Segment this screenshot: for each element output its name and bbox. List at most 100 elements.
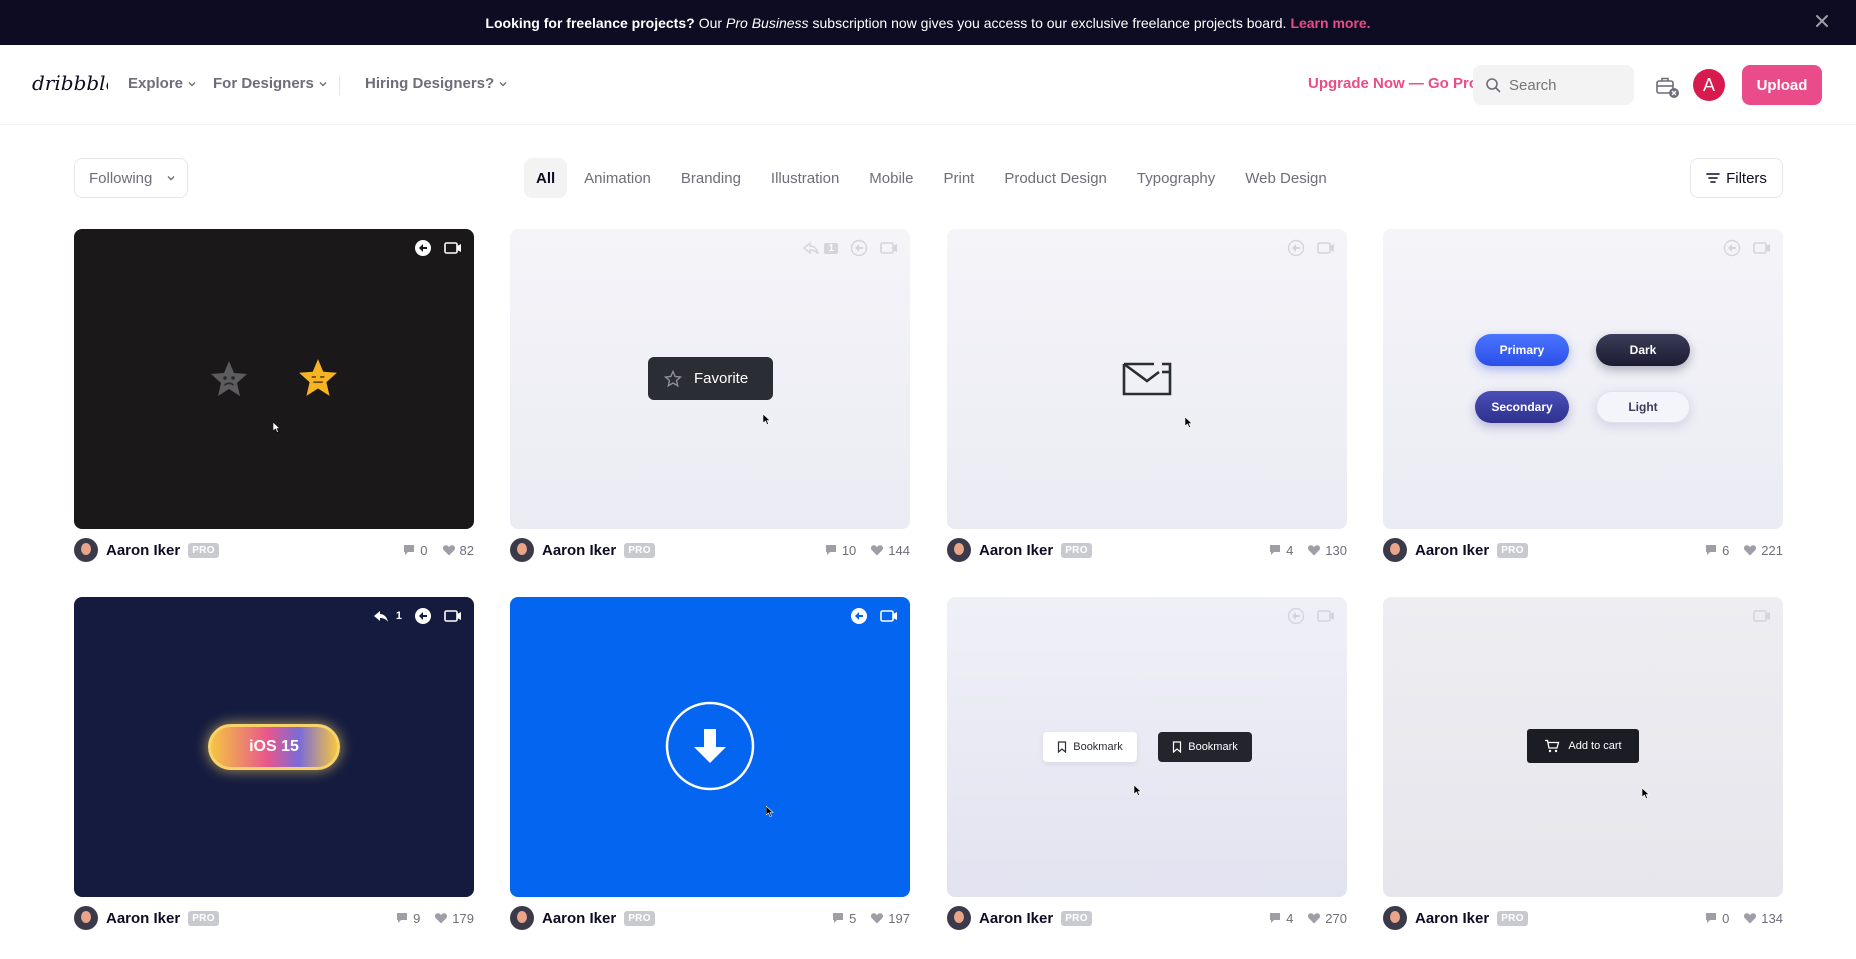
- shot-stats: 0 134: [1704, 911, 1783, 926]
- heart-icon[interactable]: [434, 911, 448, 925]
- heart-icon[interactable]: [870, 911, 884, 925]
- shot-card[interactable]: Aaron Iker PRO 0 82: [74, 229, 474, 570]
- like-count: 197: [888, 910, 910, 926]
- shot-overlay-icons: [850, 607, 898, 625]
- author-name[interactable]: Aaron Iker: [1415, 910, 1489, 927]
- rebound-icon: [373, 611, 388, 622]
- search-icon: [1486, 78, 1501, 93]
- search-box[interactable]: [1473, 65, 1634, 105]
- comment-icon: [1270, 545, 1281, 555]
- heart-icon[interactable]: [1743, 543, 1757, 557]
- tab-branding[interactable]: Branding: [666, 158, 756, 198]
- tab-mobile[interactable]: Mobile: [854, 158, 928, 198]
- shot-card[interactable]: 1 Favorite Aaron Iker PRO 10 144: [510, 229, 910, 570]
- tab-animation[interactable]: Animation: [569, 158, 666, 198]
- tab-product-design[interactable]: Product Design: [989, 158, 1122, 198]
- author-avatar[interactable]: [74, 906, 98, 930]
- search-input[interactable]: [1509, 76, 1619, 94]
- shot-card[interactable]: Aaron Iker PRO 5 197: [510, 597, 910, 938]
- author-name[interactable]: Aaron Iker: [106, 542, 180, 559]
- heart-icon[interactable]: [442, 543, 456, 557]
- banner-learn-more-link[interactable]: Learn more.: [1290, 15, 1370, 31]
- tab-all[interactable]: All: [524, 158, 568, 198]
- shot-meta: Aaron Iker PRO 10 144: [510, 530, 910, 570]
- bookmark-light-preview: Bookmark: [1043, 732, 1137, 762]
- pro-badge: PRO: [1061, 542, 1092, 558]
- shot-thumbnail[interactable]: [74, 229, 474, 529]
- upgrade-pro-link[interactable]: Upgrade Now — Go Pro: [1308, 75, 1478, 92]
- shot-card[interactable]: Aaron Iker PRO 4 130: [947, 229, 1347, 570]
- following-dropdown[interactable]: Following: [74, 158, 188, 198]
- shot-card[interactable]: 1 iOS 15 Aaron Iker PRO 9 179: [74, 597, 474, 938]
- author-avatar[interactable]: [1383, 906, 1407, 930]
- tab-web-design[interactable]: Web Design: [1230, 158, 1341, 198]
- like-count: 221: [1761, 542, 1783, 558]
- shot-stats: 9 179: [395, 911, 474, 926]
- video-icon: [880, 610, 897, 622]
- heart-icon[interactable]: [1307, 911, 1321, 925]
- nav-for-designers[interactable]: For Designers: [213, 75, 328, 92]
- shot-card[interactable]: Bookmark Bookmark Aaron Iker PRO 4 270: [947, 597, 1347, 938]
- shot-thumbnail[interactable]: [947, 229, 1347, 529]
- like-count: 179: [452, 910, 474, 926]
- shot-overlay-icons: [1287, 239, 1335, 257]
- pro-badge: PRO: [624, 910, 655, 926]
- shot-card[interactable]: Add to cart Aaron Iker PRO 0 134: [1383, 597, 1783, 938]
- add-to-cart-label: Add to cart: [1568, 740, 1622, 752]
- heart-icon[interactable]: [1743, 911, 1757, 925]
- bookmark-icon: [1058, 741, 1067, 753]
- nav-hiring-designers[interactable]: Hiring Designers?: [365, 75, 508, 92]
- video-icon: [444, 610, 461, 622]
- shot-thumbnail[interactable]: Add to cart: [1383, 597, 1783, 897]
- shot-meta: Aaron Iker PRO 6 221: [1383, 530, 1783, 570]
- close-icon[interactable]: [1812, 11, 1832, 31]
- animated-icon: [1287, 239, 1305, 257]
- nav-explore-label: Explore: [128, 75, 184, 92]
- dribbble-logo[interactable]: dribbble: [32, 69, 108, 97]
- upload-button[interactable]: Upload: [1742, 65, 1822, 105]
- author-avatar[interactable]: [1383, 538, 1407, 562]
- author-avatar[interactable]: [947, 906, 971, 930]
- filter-icon: [1706, 173, 1720, 183]
- bookmark-label: Bookmark: [1188, 741, 1238, 753]
- shot-thumbnail[interactable]: Bookmark Bookmark: [947, 597, 1347, 897]
- author-name[interactable]: Aaron Iker: [106, 910, 180, 927]
- nav-explore[interactable]: Explore: [128, 75, 197, 92]
- tab-print[interactable]: Print: [928, 158, 989, 198]
- author-avatar[interactable]: [510, 906, 534, 930]
- author-name[interactable]: Aaron Iker: [542, 542, 616, 559]
- author-avatar[interactable]: [947, 538, 971, 562]
- heart-icon[interactable]: [1307, 543, 1321, 557]
- favorite-button-preview: Favorite: [648, 357, 773, 400]
- shot-meta: Aaron Iker PRO 4 130: [947, 530, 1347, 570]
- user-avatar[interactable]: A: [1693, 69, 1725, 101]
- heart-icon[interactable]: [870, 543, 884, 557]
- author-name[interactable]: Aaron Iker: [979, 910, 1053, 927]
- rebound-count: 1: [395, 610, 402, 622]
- shot-thumbnail[interactable]: Primary Dark Secondary Light: [1383, 229, 1783, 529]
- filters-button[interactable]: Filters: [1690, 158, 1783, 198]
- shot-thumbnail[interactable]: [510, 597, 910, 897]
- author-avatar[interactable]: [74, 538, 98, 562]
- primary-button-preview: Primary: [1475, 334, 1569, 366]
- shot-meta: Aaron Iker PRO 0 82: [74, 530, 474, 570]
- author-name[interactable]: Aaron Iker: [542, 910, 616, 927]
- shot-thumbnail[interactable]: 1 iOS 15: [74, 597, 474, 897]
- dark-button-preview: Dark: [1596, 334, 1690, 366]
- shot-card[interactable]: Primary Dark Secondary Light Aaron Iker …: [1383, 229, 1783, 570]
- author-avatar[interactable]: [510, 538, 534, 562]
- author-name[interactable]: Aaron Iker: [979, 542, 1053, 559]
- video-icon: [1753, 242, 1770, 254]
- shot-thumbnail[interactable]: 1 Favorite: [510, 229, 910, 529]
- comment-count: 10: [841, 542, 857, 558]
- shot-stats: 5 197: [831, 911, 910, 926]
- pro-badge: PRO: [1497, 542, 1528, 558]
- download-icon: [665, 701, 755, 791]
- briefcase-icon[interactable]: [1654, 73, 1680, 99]
- rebound-count: 1: [824, 242, 838, 254]
- animated-icon: [851, 608, 867, 624]
- category-tabs: All Animation Branding Illustration Mobi…: [524, 158, 1342, 198]
- tab-illustration[interactable]: Illustration: [756, 158, 854, 198]
- author-name[interactable]: Aaron Iker: [1415, 542, 1489, 559]
- tab-typography[interactable]: Typography: [1122, 158, 1230, 198]
